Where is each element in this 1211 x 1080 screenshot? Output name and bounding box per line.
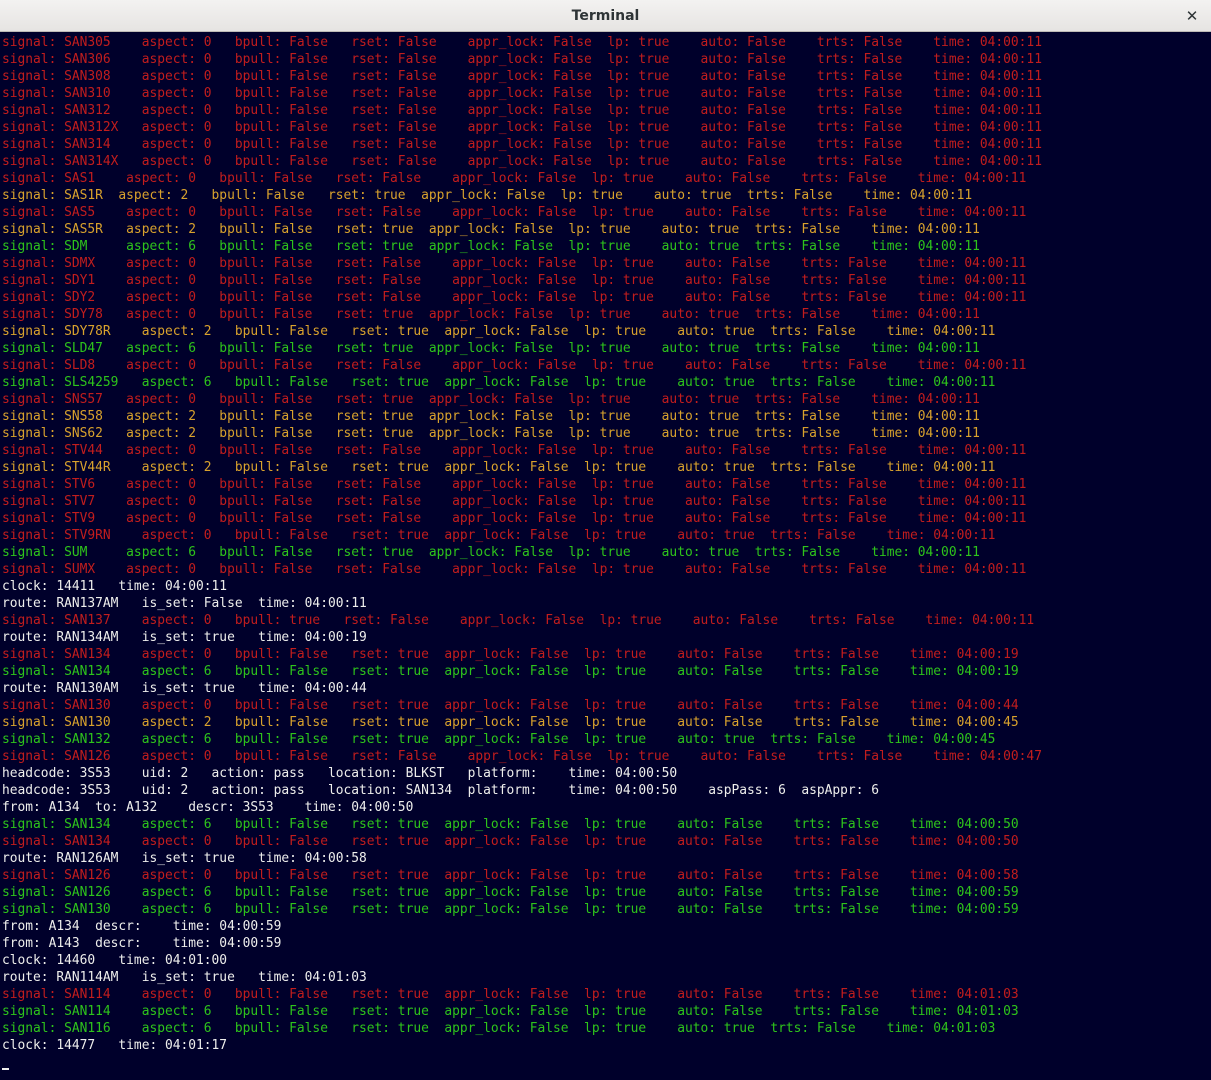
terminal-line: route: RAN130AM is_set: true time: 04:00… — [2, 681, 367, 696]
terminal-line: signal: SAS5 aspect: 0 bpull: False rset… — [2, 205, 1027, 220]
terminal-line: signal: SAN314X aspect: 0 bpull: False r… — [2, 154, 1042, 169]
terminal-line: signal: SAS1 aspect: 0 bpull: False rset… — [2, 171, 1027, 186]
terminal-line: signal: SAN305 aspect: 0 bpull: False rs… — [2, 35, 1042, 50]
terminal-line: from: A134 descr: time: 04:00:59 — [2, 919, 282, 934]
terminal-line: signal: SAN114 aspect: 0 bpull: False rs… — [2, 987, 1019, 1002]
terminal-line: route: RAN126AM is_set: true time: 04:00… — [2, 851, 367, 866]
terminal-line: signal: SAN126 aspect: 0 bpull: False rs… — [2, 868, 1019, 883]
terminal-line: from: A134 to: A132 descr: 3S53 time: 04… — [2, 800, 414, 815]
terminal-line: from: A143 descr: time: 04:00:59 — [2, 936, 282, 951]
terminal-line: signal: SAN130 aspect: 2 bpull: False rs… — [2, 715, 1019, 730]
terminal-line: signal: SAN134 aspect: 6 bpull: False rs… — [2, 817, 1019, 832]
terminal-line: signal: SAN310 aspect: 0 bpull: False rs… — [2, 86, 1042, 101]
terminal-line: signal: SAN306 aspect: 0 bpull: False rs… — [2, 52, 1042, 67]
terminal-line: signal: SLD47 aspect: 6 bpull: False rse… — [2, 341, 980, 356]
terminal-line: signal: SAS5R aspect: 2 bpull: False rse… — [2, 222, 980, 237]
terminal-line: signal: SDY1 aspect: 0 bpull: False rset… — [2, 273, 1027, 288]
terminal-line: signal: SNS57 aspect: 0 bpull: False rse… — [2, 392, 980, 407]
terminal-line: route: RAN134AM is_set: true time: 04:00… — [2, 630, 367, 645]
terminal-line: signal: SAN134 aspect: 6 bpull: False rs… — [2, 664, 1019, 679]
terminal-line: signal: STV9RN aspect: 0 bpull: False rs… — [2, 528, 996, 543]
terminal-line: signal: SAN126 aspect: 0 bpull: False rs… — [2, 749, 1042, 764]
terminal-line: signal: STV7 aspect: 0 bpull: False rset… — [2, 494, 1027, 509]
terminal-line: signal: SAS1R aspect: 2 bpull: False rse… — [2, 188, 973, 203]
window-title: Terminal — [571, 8, 640, 24]
terminal-line: signal: SAN114 aspect: 6 bpull: False rs… — [2, 1004, 1019, 1019]
terminal-line: signal: SDMX aspect: 0 bpull: False rset… — [2, 256, 1027, 271]
terminal-line: signal: SAN312 aspect: 0 bpull: False rs… — [2, 103, 1042, 118]
terminal-line: signal: STV6 aspect: 0 bpull: False rset… — [2, 477, 1027, 492]
terminal-line: clock: 14477 time: 04:01:17 — [2, 1038, 228, 1053]
terminal-output[interactable]: signal: SAN305 aspect: 0 bpull: False rs… — [0, 34, 1211, 1080]
terminal-line: signal: SAN314 aspect: 0 bpull: False rs… — [2, 137, 1042, 152]
terminal-line: signal: SAN126 aspect: 6 bpull: False rs… — [2, 885, 1019, 900]
terminal-line: signal: SAN312X aspect: 0 bpull: False r… — [2, 120, 1042, 135]
terminal-line: signal: SUMX aspect: 0 bpull: False rset… — [2, 562, 1027, 577]
terminal-line: signal: SDY2 aspect: 0 bpull: False rset… — [2, 290, 1027, 305]
terminal-line: signal: SDY78R aspect: 2 bpull: False rs… — [2, 324, 996, 339]
terminal-line: signal: STV44R aspect: 2 bpull: False rs… — [2, 460, 996, 475]
terminal-line: signal: SNS58 aspect: 2 bpull: False rse… — [2, 409, 980, 424]
terminal-line: signal: SAN130 aspect: 6 bpull: False rs… — [2, 902, 1019, 917]
cursor-icon — [2, 1068, 9, 1070]
terminal-line: headcode: 3S53 uid: 2 action: pass locat… — [2, 783, 879, 798]
terminal-prompt-line[interactable] — [0, 1054, 1211, 1071]
terminal-line: clock: 14460 time: 04:01:00 — [2, 953, 228, 968]
terminal-line: signal: SUM aspect: 6 bpull: False rset:… — [2, 545, 980, 560]
terminal-line: signal: SAN134 aspect: 0 bpull: False rs… — [2, 834, 1019, 849]
terminal-line: signal: SLD8 aspect: 0 bpull: False rset… — [2, 358, 1027, 373]
terminal-line: signal: SAN308 aspect: 0 bpull: False rs… — [2, 69, 1042, 84]
terminal-line: signal: SAN116 aspect: 6 bpull: False rs… — [2, 1021, 996, 1036]
terminal-line: signal: SDY78 aspect: 0 bpull: False rse… — [2, 307, 980, 322]
terminal-line: signal: SNS62 aspect: 2 bpull: False rse… — [2, 426, 980, 441]
terminal-line: signal: SLS4259 aspect: 6 bpull: False r… — [2, 375, 996, 390]
terminal-line: signal: SAN130 aspect: 0 bpull: False rs… — [2, 698, 1019, 713]
terminal-line: clock: 14411 time: 04:00:11 — [2, 579, 228, 594]
terminal-line: headcode: 3S53 uid: 2 action: pass locat… — [2, 766, 678, 781]
close-icon[interactable]: ✕ — [1181, 5, 1203, 27]
terminal-line: route: RAN114AM is_set: true time: 04:01… — [2, 970, 367, 985]
terminal-line: signal: SAN132 aspect: 6 bpull: False rs… — [2, 732, 996, 747]
terminal-line: route: RAN137AM is_set: False time: 04:0… — [2, 596, 367, 611]
terminal-line: signal: SAN137 aspect: 0 bpull: true rse… — [2, 613, 1035, 628]
terminal-line: signal: STV44 aspect: 0 bpull: False rse… — [2, 443, 1027, 458]
terminal-line: signal: SAN134 aspect: 0 bpull: False rs… — [2, 647, 1019, 662]
terminal-line: signal: STV9 aspect: 0 bpull: False rset… — [2, 511, 1027, 526]
window-titlebar[interactable]: Terminal ✕ — [0, 0, 1211, 32]
terminal-line: signal: SDM aspect: 6 bpull: False rset:… — [2, 239, 980, 254]
